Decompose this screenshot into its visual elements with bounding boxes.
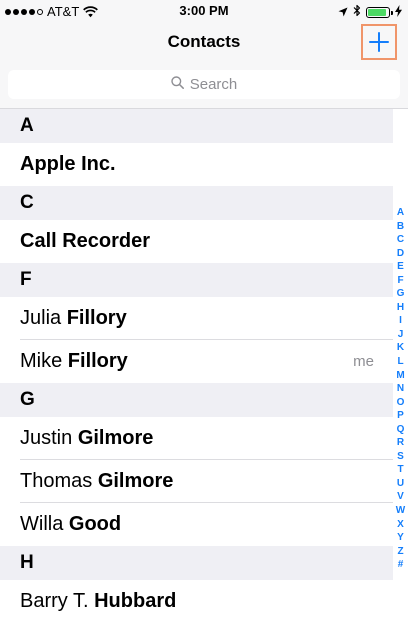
contact-row[interactable]: Apple Inc. [0,143,393,186]
navigation-header: AT&T 3:00 PM Contacts Search [0,0,408,109]
index-letter-k[interactable]: K [397,341,404,355]
index-letter-o[interactable]: O [397,396,405,410]
page-title: Contacts [167,32,241,51]
battery-icon [366,6,393,18]
contact-last-name: Fillory [66,307,127,329]
index-letter-f[interactable]: F [397,274,403,288]
index-letter-y[interactable]: Y [397,531,404,545]
index-letter-v[interactable]: V [397,490,404,504]
add-contact-button[interactable] [361,24,397,60]
index-letter-w[interactable]: W [396,504,405,518]
index-letter-u[interactable]: U [397,477,404,491]
index-letter-t[interactable]: T [397,463,403,477]
index-letter-b[interactable]: B [397,220,404,234]
bluetooth-icon [353,4,361,20]
contact-first-name: Barry T. [20,590,89,612]
contact-row[interactable]: Julia Fillory [0,297,393,340]
index-letter-l[interactable]: L [397,355,403,369]
index-letter-p[interactable]: P [397,409,404,423]
contact-row[interactable]: Thomas Gilmore [0,460,393,503]
section-header-c: C [0,186,393,220]
section-header-g: G [0,383,393,417]
contact-last-name: Gilmore [77,427,154,449]
section-header-a: A [0,109,393,143]
battery-tip [391,10,393,15]
index-letter-z[interactable]: Z [397,545,403,559]
contacts-screen: AT&T 3:00 PM Contacts Search A Apple Inc… [0,0,408,627]
index-letter-g[interactable]: G [397,287,405,301]
index-letter-s[interactable]: S [397,450,404,464]
index-letter-a[interactable]: A [397,206,404,220]
index-letter-e[interactable]: E [397,260,404,274]
search-input[interactable]: Search [8,70,400,99]
index-letter-x[interactable]: X [397,518,404,532]
contact-first-name: Willa [20,513,64,535]
index-letter-hash[interactable]: # [398,558,404,572]
battery-level-fill [368,8,386,16]
index-letter-j[interactable]: J [398,328,404,342]
index-letter-r[interactable]: R [397,436,404,450]
search-icon [171,76,184,93]
location-arrow-icon [338,5,348,20]
index-letter-n[interactable]: N [397,382,404,396]
section-header-h: H [0,546,393,580]
charging-bolt-icon [395,4,402,20]
contact-last-name: Good [68,513,122,535]
contact-first-name: Justin [20,427,73,449]
index-letter-m[interactable]: M [396,369,404,383]
section-index[interactable]: A B C D E F G H I J K L M N O P Q R S T U V W X Y Z # [393,206,408,572]
index-letter-d[interactable]: D [397,247,404,261]
contact-row[interactable]: Justin Gilmore [0,417,393,460]
contact-first-name: Thomas [20,470,93,492]
me-card-tag: me [353,353,374,370]
status-bar: AT&T 3:00 PM [0,0,408,22]
index-letter-h[interactable]: H [397,301,404,315]
search-placeholder: Search [189,76,238,93]
index-letter-c[interactable]: C [397,233,404,247]
status-right [338,4,402,20]
index-letter-q[interactable]: Q [397,423,405,437]
contact-row[interactable]: Call Recorder [0,220,393,263]
contact-list: A Apple Inc. C Call Recorder F Julia Fillory M… [0,109,393,623]
contact-company: Apple Inc. [20,153,116,175]
contact-first-name: Mike [20,350,63,372]
contact-row[interactable]: Mike Fillory me [0,340,393,383]
contact-row[interactable]: Willa Good [0,503,393,546]
contact-company: Call Recorder [20,230,151,252]
section-header-f: F [0,263,393,297]
contact-last-name: Hubbard [94,590,177,612]
index-letter-i[interactable]: I [399,314,402,328]
contact-last-name: Gilmore [97,470,174,492]
plus-icon [369,32,389,52]
contact-first-name: Julia [20,307,62,329]
contact-row[interactable]: Barry T. Hubbard [0,580,393,623]
contact-last-name: Fillory [67,350,128,372]
